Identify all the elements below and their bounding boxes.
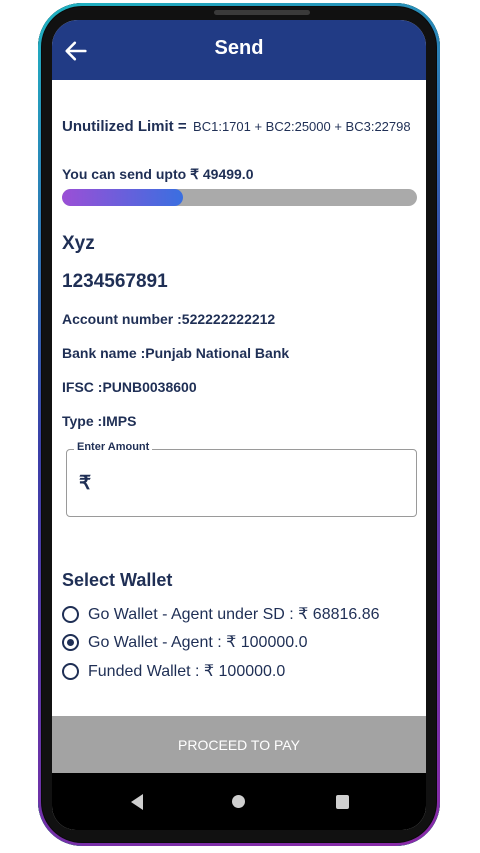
wallet-option-label: Funded Wallet : ₹ 100000.0 [88,663,286,680]
wallet-option-funded[interactable]: Funded Wallet : ₹ 100000.0 [62,658,285,684]
wallet-option-agent[interactable]: Go Wallet - Agent : ₹ 100000.0 [62,629,308,655]
amount-input[interactable]: Enter Amount ₹ [66,441,417,517]
send-upto-text: You can send upto ₹ 49499.0 [62,166,254,182]
beneficiary-phone: 1234567891 [62,271,168,292]
page-title: Send [214,37,264,59]
nav-back-icon[interactable] [131,794,143,810]
phone-frame: Send Unutilized Limit = BC1:1701 + BC2:2… [38,3,440,846]
radio-checked-icon[interactable] [62,633,79,651]
beneficiary-name: Xyz [62,233,95,254]
app-bar: Send [52,20,426,80]
bank-name: Bank name :Punjab National Bank [62,345,290,361]
android-nav-bar [52,773,426,830]
nav-recents-icon[interactable] [336,795,349,809]
transfer-type: Type :IMPS [62,413,137,429]
radio-unchecked-icon[interactable] [62,662,79,680]
limit-progress-bar [62,189,417,206]
wallet-option-label: Go Wallet - Agent : ₹ 100000.0 [88,634,308,651]
speaker-grille [214,10,310,15]
rupee-icon: ₹ [79,473,92,494]
radio-unchecked-icon[interactable] [62,605,79,623]
screen: Send Unutilized Limit = BC1:1701 + BC2:2… [52,20,426,830]
proceed-to-pay-button[interactable]: PROCEED TO PAY [52,716,426,773]
wallet-option-sd[interactable]: Go Wallet - Agent under SD : ₹ 68816.86 [62,601,380,627]
wallet-option-label: Go Wallet - Agent under SD : ₹ 68816.86 [88,606,380,623]
ifsc-code: IFSC :PUNB0038600 [62,379,197,395]
amount-label: Enter Amount [74,441,153,453]
select-wallet-heading: Select Wallet [62,570,173,590]
unutilized-limit-row: Unutilized Limit = BC1:1701 + BC2:25000 … [62,118,411,136]
limit-progress-fill [62,189,183,206]
nav-home-icon[interactable] [232,795,245,808]
unutilized-limit-value: BC1:1701 + BC2:25000 + BC3:22798 [193,119,411,134]
account-number: Account number :522222222212 [62,311,276,327]
unutilized-limit-label: Unutilized Limit = [62,118,187,135]
